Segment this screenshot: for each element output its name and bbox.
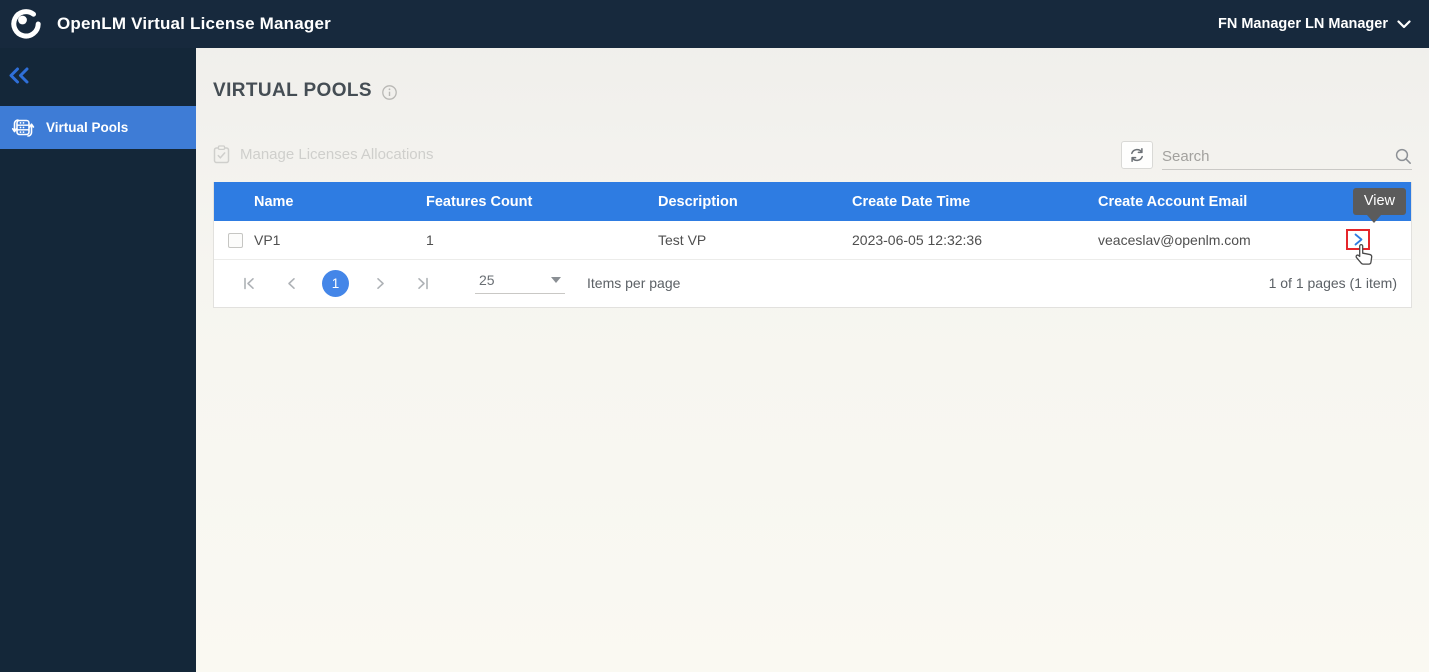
cell-create-account-email: veaceslav@openlm.com xyxy=(1098,221,1346,260)
search-field xyxy=(1162,148,1412,170)
page-title: VIRTUAL POOLS xyxy=(213,80,372,101)
last-page-button[interactable] xyxy=(411,272,433,294)
items-per-page-value: 25 xyxy=(479,272,495,288)
view-tooltip-label: View xyxy=(1363,193,1395,209)
manage-licenses-allocations-label: Manage Licenses Allocations xyxy=(240,146,434,163)
search-icon[interactable] xyxy=(1395,148,1412,165)
double-chevron-left-icon xyxy=(8,67,30,84)
search-input[interactable] xyxy=(1162,148,1395,165)
table-header-row: Name Features Count Description Create D… xyxy=(214,182,1411,221)
table-row: VP1 1 Test VP 2023-06-05 12:32:36 veaces… xyxy=(214,221,1411,266)
column-header-create-account-email[interactable]: Create Account Email xyxy=(1098,182,1346,221)
app-title: OpenLM Virtual License Manager xyxy=(57,14,331,33)
column-header-description[interactable]: Description xyxy=(658,182,852,221)
user-menu-label: FN Manager LN Manager xyxy=(1218,16,1388,32)
clipboard-check-icon xyxy=(213,145,230,164)
current-page-button[interactable]: 1 xyxy=(322,269,349,297)
caret-down-icon xyxy=(551,277,561,283)
column-header-features-count[interactable]: Features Count xyxy=(426,182,658,221)
info-icon[interactable] xyxy=(382,84,397,100)
cell-features-count: 1 xyxy=(426,221,658,260)
cell-actions xyxy=(1346,221,1411,266)
chevron-right-icon xyxy=(1353,233,1364,246)
refresh-button[interactable] xyxy=(1121,141,1153,169)
chevron-down-icon xyxy=(1397,19,1411,29)
first-page-button[interactable] xyxy=(238,272,260,294)
view-tooltip: View xyxy=(1352,188,1406,223)
next-page-button[interactable] xyxy=(369,272,391,294)
tooltip-arrow xyxy=(1366,215,1381,223)
column-header-create-date-time[interactable]: Create Date Time xyxy=(852,182,1098,221)
view-row-button[interactable] xyxy=(1346,229,1373,266)
row-checkbox[interactable] xyxy=(228,233,243,249)
row-checkbox-cell xyxy=(214,221,254,260)
cell-create-date-time: 2023-06-05 12:32:36 xyxy=(852,221,1098,260)
sidebar: Virtual Pools xyxy=(0,48,196,672)
sidebar-collapse-button[interactable] xyxy=(8,62,38,88)
virtual-pools-table-card: Name Features Count Description Create D… xyxy=(213,182,1412,308)
sidebar-item-virtual-pools[interactable]: Virtual Pools xyxy=(0,106,196,149)
user-menu[interactable]: FN Manager LN Manager xyxy=(1218,16,1411,32)
topbar: OpenLM Virtual License Manager FN Manage… xyxy=(0,0,1429,48)
cell-description: Test VP xyxy=(658,221,852,260)
sidebar-item-label: Virtual Pools xyxy=(46,120,129,135)
openlm-logo-icon xyxy=(11,9,41,39)
previous-page-button[interactable] xyxy=(280,272,302,294)
pagination-bar: 1 25 Items per page 1 of 1 pages (1 item… xyxy=(214,260,1411,307)
manage-licenses-allocations-button[interactable]: Manage Licenses Allocations xyxy=(213,145,433,164)
refresh-icon xyxy=(1129,147,1145,163)
main-content: VIRTUAL POOLS Manage Licenses Allocation… xyxy=(196,48,1429,672)
items-per-page-label: Items per page xyxy=(587,275,681,291)
virtual-pools-table: Name Features Count Description Create D… xyxy=(214,182,1411,266)
column-header-name[interactable]: Name xyxy=(254,182,426,221)
pagination-summary: 1 of 1 pages (1 item) xyxy=(1268,275,1397,291)
header-checkbox-cell xyxy=(214,182,254,221)
cell-name: VP1 xyxy=(254,221,426,260)
items-per-page-select[interactable]: 25 xyxy=(475,272,565,294)
virtual-pools-icon xyxy=(10,115,36,141)
